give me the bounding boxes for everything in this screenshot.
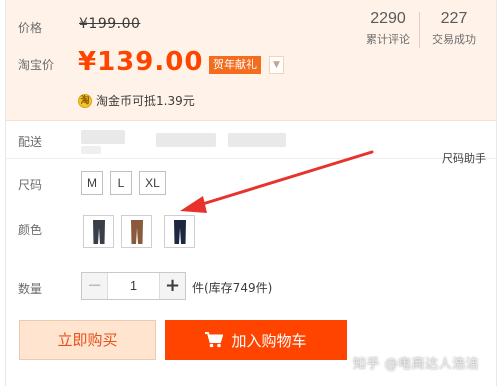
buy-now-button[interactable]: 立即购买	[19, 320, 156, 360]
size-option-m[interactable]: M	[81, 171, 103, 195]
taobao-coin-row: 淘 淘金币可抵1.39元	[78, 92, 195, 109]
original-price: ¥199.00	[79, 16, 141, 32]
pants-brown-icon	[130, 219, 143, 244]
shopping-cart-icon	[205, 332, 224, 348]
size-label: 尺码	[18, 178, 43, 192]
transaction-count: 227	[440, 10, 468, 27]
price-label: 价格	[18, 21, 43, 35]
taobao-price-label: 淘宝价	[18, 58, 55, 72]
add-to-cart-label: 加入购物车	[231, 331, 307, 350]
color-option-brown[interactable]	[121, 215, 152, 248]
size-option-l[interactable]: L	[110, 171, 132, 195]
pants-navy-icon	[173, 219, 186, 244]
quantity-label: 数量	[18, 282, 43, 296]
watermark: 知乎 @电商达人浩洁	[353, 357, 480, 372]
color-label: 颜色	[18, 223, 43, 237]
chevron-down-icon[interactable]: ▼	[269, 56, 284, 74]
delivery-destination-blurred	[156, 133, 216, 147]
review-count-stat[interactable]: 2290 累计评论	[362, 10, 414, 47]
quantity-decrease-button[interactable]: −	[82, 273, 108, 299]
delivery-label: 配送	[18, 135, 43, 149]
product-purchase-panel: 价格 ¥199.00 淘宝价 ¥139.00 贺年献礼 ▼ 2290 累计评论 …	[5, 0, 497, 386]
size-helper-link[interactable]: 尺码助手	[442, 150, 486, 166]
taobao-coin-icon: 淘	[78, 93, 92, 108]
review-count: 2290	[370, 10, 406, 27]
quantity-stepper: − 1 +	[81, 272, 186, 300]
price-panel: 价格 ¥199.00 淘宝价 ¥139.00 贺年献礼 ▼ 2290 累计评论 …	[6, 0, 496, 121]
delivery-origin-blurred	[81, 130, 125, 144]
promo-badge[interactable]: 贺年献礼	[209, 56, 261, 74]
delivery-fee-blurred	[228, 133, 286, 147]
add-to-cart-button[interactable]: 加入购物车	[165, 320, 347, 360]
review-count-label: 累计评论	[366, 33, 410, 46]
transactions-stat: 227 交易成功	[428, 10, 480, 47]
transaction-count-label: 交易成功	[432, 33, 476, 46]
pants-dark-gray-icon	[92, 219, 105, 244]
stock-text: 件(库存749件)	[192, 281, 273, 295]
quantity-input[interactable]: 1	[108, 273, 159, 299]
color-option-navy[interactable]	[164, 215, 195, 248]
stat-divider	[419, 12, 420, 48]
coin-discount-text: 淘金币可抵1.39元	[96, 94, 195, 108]
color-option-dark-gray[interactable]	[83, 215, 114, 248]
size-option-xl[interactable]: XL	[139, 171, 166, 195]
taobao-price: ¥139.00	[78, 47, 204, 77]
quantity-increase-button[interactable]: +	[159, 273, 185, 299]
divider	[6, 158, 496, 159]
delivery-blurred	[81, 146, 101, 154]
